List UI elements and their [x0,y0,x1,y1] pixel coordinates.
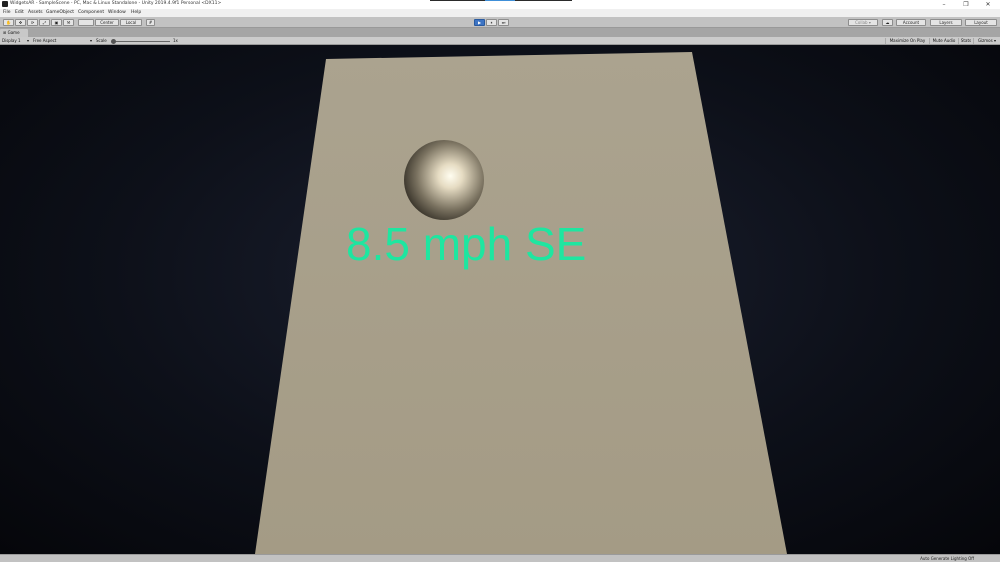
menu-window[interactable]: Window [108,10,126,15]
minimize-icon[interactable]: – [933,0,955,9]
scale-label: Scale [96,38,107,43]
menu-file[interactable]: File [3,10,11,15]
collab-button[interactable]: Collab ▾ [848,19,878,26]
cloud-icon[interactable]: ☁ [882,19,893,26]
aspect-select-value: Free Aspect [33,38,57,43]
hand-tool-icon[interactable]: ✋ [3,19,14,26]
chevron-down-icon: ▾ [26,38,29,43]
status-bar: Auto Generate Lighting Off [0,554,1000,562]
wind-speed-label: 8.5 mph SE [346,218,587,270]
pivot-local-toggle[interactable]: Local [120,19,142,26]
gizmos-label: Gizmos [977,38,993,43]
lighting-status: Auto Generate Lighting Off [920,556,974,561]
account-dropdown[interactable]: Account [896,19,926,26]
title-drag-highlight [485,0,515,1]
step-button[interactable]: ⏭ [498,19,509,26]
gizmos-dropdown[interactable]: Gizmos ▾ [973,38,1000,44]
stats-toggle[interactable]: Stats [958,38,973,44]
menu-bar: File Edit Assets GameObject Component Wi… [0,9,1000,17]
rect-tool-icon[interactable]: ▣ [51,19,62,26]
scale-value: 1x [173,38,178,43]
window-title: WidgetsAR - SampleScene - PC, Mac & Linu… [10,1,222,6]
chevron-down-icon: ▾ [89,38,92,43]
menu-component[interactable]: Component [78,10,104,15]
scene-render [255,52,787,554]
maximize-on-play-toggle[interactable]: Maximize On Play [885,38,929,44]
chevron-down-icon: ▾ [994,38,997,43]
game-view-viewport[interactable]: 8.5 mph SE [0,45,1000,554]
pause-button[interactable]: ⏸ [486,19,497,26]
scale-tool-icon[interactable]: ⤢ [39,19,50,26]
title-drag-bar [430,0,572,1]
scale-slider-track[interactable] [112,41,170,42]
maximize-icon[interactable]: ❐ [955,0,977,9]
display-select[interactable]: Display 1 ▾ [2,38,30,44]
layout-dropdown[interactable]: Layout [965,19,997,26]
tab-game-label: Game [7,30,20,35]
snap-grid-icon[interactable]: # [146,19,155,26]
display-select-value: Display 1 [2,38,21,43]
play-button[interactable]: ▶ [474,19,485,26]
close-icon[interactable]: ✕ [977,0,999,9]
menu-assets[interactable]: Assets [28,10,43,15]
transform-tool-icon[interactable]: ⚒ [63,19,74,26]
aspect-select[interactable]: Free Aspect ▾ [33,38,93,44]
game-view-toolbar: Display 1 ▾ Free Aspect ▾ Scale 1x Maximiz… [0,37,1000,45]
title-bar: WidgetsAR - SampleScene - PC, Mac & Linu… [0,0,1000,9]
unity-logo-icon [2,1,8,7]
scale-slider-thumb[interactable] [111,39,116,44]
menu-edit[interactable]: Edit [15,10,24,15]
menu-gameobject[interactable]: GameObject [46,10,74,15]
rotate-tool-icon[interactable]: ⟳ [27,19,38,26]
main-toolbar: ✋ ✥ ⟳ ⤢ ▣ ⚒ Center Local # ▶ ⏸ ⏭ Collab … [0,17,1000,28]
ground-plane [255,52,787,554]
mute-audio-toggle[interactable]: Mute Audio [929,38,958,44]
pivot-center-toggle[interactable]: Center [95,19,119,26]
move-tool-icon[interactable]: ✥ [15,19,26,26]
menu-help[interactable]: Help [131,10,141,15]
editor-tab-bar: ⊞ Game [0,28,1000,37]
sphere-object [404,140,484,220]
layers-dropdown[interactable]: Layers [930,19,962,26]
tab-game[interactable]: ⊞ Game [0,29,28,37]
custom-tool-button[interactable] [78,19,94,26]
